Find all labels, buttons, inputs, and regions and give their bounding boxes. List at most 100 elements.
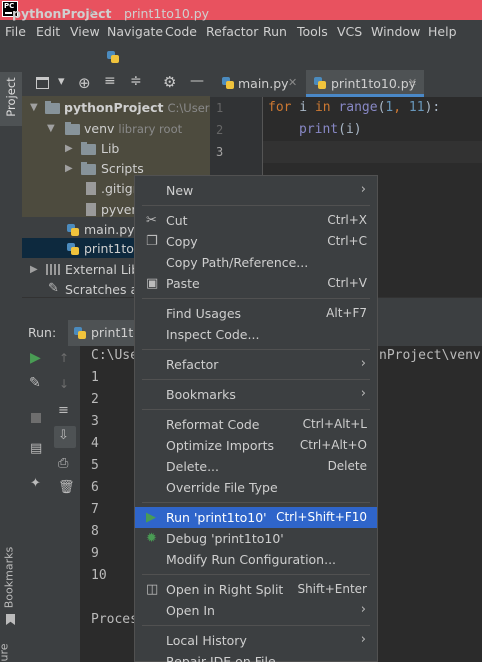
tab-main-py[interactable]: main.py ✕ <box>216 70 306 97</box>
folder-icon <box>81 162 96 175</box>
ctx-label: Reformat Code <box>166 417 260 432</box>
expand-all-icon[interactable]: ≡ <box>104 73 116 89</box>
bookmarks-tool-tab[interactable]: Bookmarks <box>3 547 16 609</box>
ctx-item-bookmarks[interactable]: Bookmarks › <box>134 384 378 405</box>
ctx-label: Debug 'print1to10' <box>166 531 284 546</box>
gear-icon[interactable]: ⚙ <box>163 73 176 91</box>
hide-icon[interactable]: — <box>190 73 204 89</box>
ctx-item-delete[interactable]: Delete... Delete <box>134 456 378 477</box>
ctx-item-debug[interactable]: ✹ Debug 'print1to10' <box>134 528 378 549</box>
rerun-icon[interactable]: ▶ <box>30 350 41 366</box>
ctx-item-local-history[interactable]: Local History › <box>134 630 378 651</box>
project-tool-tab-label: Project <box>4 77 18 117</box>
menu-separator <box>142 625 370 626</box>
ctx-item-cut[interactable]: ✂ Cut Ctrl+X <box>134 210 378 231</box>
python-file-icon <box>222 77 234 89</box>
breadcrumb-project[interactable]: pythonProject <box>12 6 112 21</box>
breadcrumb-file[interactable]: print1to10.py <box>124 6 209 21</box>
tree-item-venv[interactable]: venv library root <box>84 121 182 136</box>
ctx-item-optimize-imports[interactable]: Optimize Imports Ctrl+Alt+O <box>134 435 378 456</box>
console-line: 8 <box>91 524 99 539</box>
menu-file[interactable]: File <box>5 24 26 39</box>
tree-item-scripts[interactable]: Scripts <box>101 161 144 176</box>
expand-chevron-icon[interactable]: ▼ <box>30 102 38 113</box>
layout-icon[interactable]: ▤ <box>30 441 42 456</box>
code-line-2[interactable]: print(i) <box>299 122 362 137</box>
submenu-arrow-icon: › <box>360 182 366 197</box>
ctx-item-reformat-code[interactable]: Reformat Code Ctrl+Alt+L <box>134 414 378 435</box>
scratches-icon: ✎ <box>48 281 59 296</box>
ctx-item-paste[interactable]: ▣ Paste Ctrl+V <box>134 273 378 294</box>
pin-icon[interactable]: ✦ <box>30 476 41 491</box>
collapse-chevron-icon[interactable]: ▶ <box>65 143 73 154</box>
ctx-item-inspect-code[interactable]: Inspect Code... <box>134 324 378 345</box>
tab-label: main.py <box>238 76 289 91</box>
ctx-item-new[interactable]: New › <box>134 180 378 201</box>
locate-icon[interactable]: ⊕ <box>78 74 91 92</box>
submenu-arrow-icon: › <box>360 386 366 401</box>
tree-item-root[interactable]: pythonProject C:\Users\bu <box>64 100 234 115</box>
copy-icon: ❐ <box>146 234 158 249</box>
menu-separator <box>142 379 370 380</box>
run-toolbar-left <box>22 346 53 662</box>
console-line: 3 <box>91 414 99 429</box>
ctx-shortcut: Ctrl+V <box>327 276 367 290</box>
ctx-label: Copy <box>166 234 198 249</box>
ctx-shortcut: Ctrl+C <box>327 234 367 248</box>
wrench-icon[interactable]: ✎ <box>29 375 41 391</box>
debug-icon: ✹ <box>146 531 157 546</box>
structure-tool-tab[interactable]: ure <box>0 643 11 661</box>
ctx-label: New <box>166 183 194 198</box>
dropdown-chevron-icon[interactable]: ▾ <box>58 74 65 89</box>
ctx-item-run[interactable]: ▶ Run 'print1to10' Ctrl+Shift+F10 <box>135 507 377 528</box>
console-line: 2 <box>91 392 99 407</box>
ctx-label: Local History <box>166 633 247 648</box>
ctx-item-open-in[interactable]: Open In › <box>134 600 378 621</box>
ctx-shortcut: Ctrl+Alt+L <box>302 417 367 431</box>
menu-help[interactable]: Help <box>428 24 457 39</box>
close-icon[interactable]: ✕ <box>288 76 297 89</box>
menu-navigate[interactable]: Navigate <box>107 24 163 39</box>
menu-tools[interactable]: Tools <box>297 24 328 39</box>
arrow-up-icon[interactable]: ↑ <box>59 351 69 365</box>
ctx-item-repair-ide[interactable]: Repair IDE on File <box>134 651 378 662</box>
tab-print1to10-py[interactable]: print1to10.py ✕ <box>306 70 424 97</box>
project-view-icon[interactable] <box>36 77 49 89</box>
ctx-item-modify-run-configuration[interactable]: Modify Run Configuration... <box>134 549 378 570</box>
expand-chevron-icon[interactable]: ▼ <box>47 123 55 134</box>
code-line-1[interactable]: for i in range(1, 11): <box>268 100 440 115</box>
ctx-item-copy[interactable]: ❐ Copy Ctrl+C <box>134 231 378 252</box>
ctx-item-open-in-right-split[interactable]: ◫ Open in Right Split Shift+Enter <box>134 579 378 600</box>
menu-separator <box>142 205 370 206</box>
ctx-item-override-file-type[interactable]: Override File Type <box>134 477 378 498</box>
ctx-label: Repair IDE on File <box>166 654 276 662</box>
menu-refactor[interactable]: Refactor <box>206 24 258 39</box>
stop-icon[interactable] <box>31 413 41 423</box>
menu-edit[interactable]: Edit <box>36 24 60 39</box>
project-toolbar <box>22 70 210 98</box>
ctx-item-refactor[interactable]: Refactor › <box>134 354 378 375</box>
close-icon[interactable]: ✕ <box>408 76 417 89</box>
soft-wrap-icon[interactable]: ≡ <box>58 403 69 418</box>
run-panel-title: Run: <box>28 325 57 340</box>
menu-window[interactable]: Window <box>371 24 420 39</box>
collapse-chevron-icon[interactable]: ▶ <box>30 264 38 275</box>
trash-icon[interactable]: 🗑 <box>58 480 75 495</box>
ctx-label: Open In <box>166 603 215 618</box>
arrow-down-icon[interactable]: ↓ <box>59 377 69 391</box>
menu-vcs[interactable]: VCS <box>337 24 362 39</box>
ctx-item-copy-path[interactable]: Copy Path/Reference... <box>134 252 378 273</box>
collapse-all-icon[interactable]: ≑ <box>130 73 142 89</box>
submenu-arrow-icon: › <box>360 356 366 371</box>
ctx-shortcut: Ctrl+X <box>327 213 367 227</box>
tree-item-main[interactable]: main.py <box>84 222 135 237</box>
print-icon[interactable]: ⎙ <box>58 456 68 471</box>
tree-item-lib[interactable]: Lib <box>101 141 119 156</box>
collapse-chevron-icon[interactable]: ▶ <box>65 163 73 174</box>
menu-separator <box>142 298 370 299</box>
menu-run[interactable]: Run <box>263 24 287 39</box>
ctx-item-find-usages[interactable]: Find Usages Alt+F7 <box>134 303 378 324</box>
menu-code[interactable]: Code <box>165 24 197 39</box>
menu-view[interactable]: View <box>70 24 100 39</box>
folder-icon <box>65 122 80 135</box>
